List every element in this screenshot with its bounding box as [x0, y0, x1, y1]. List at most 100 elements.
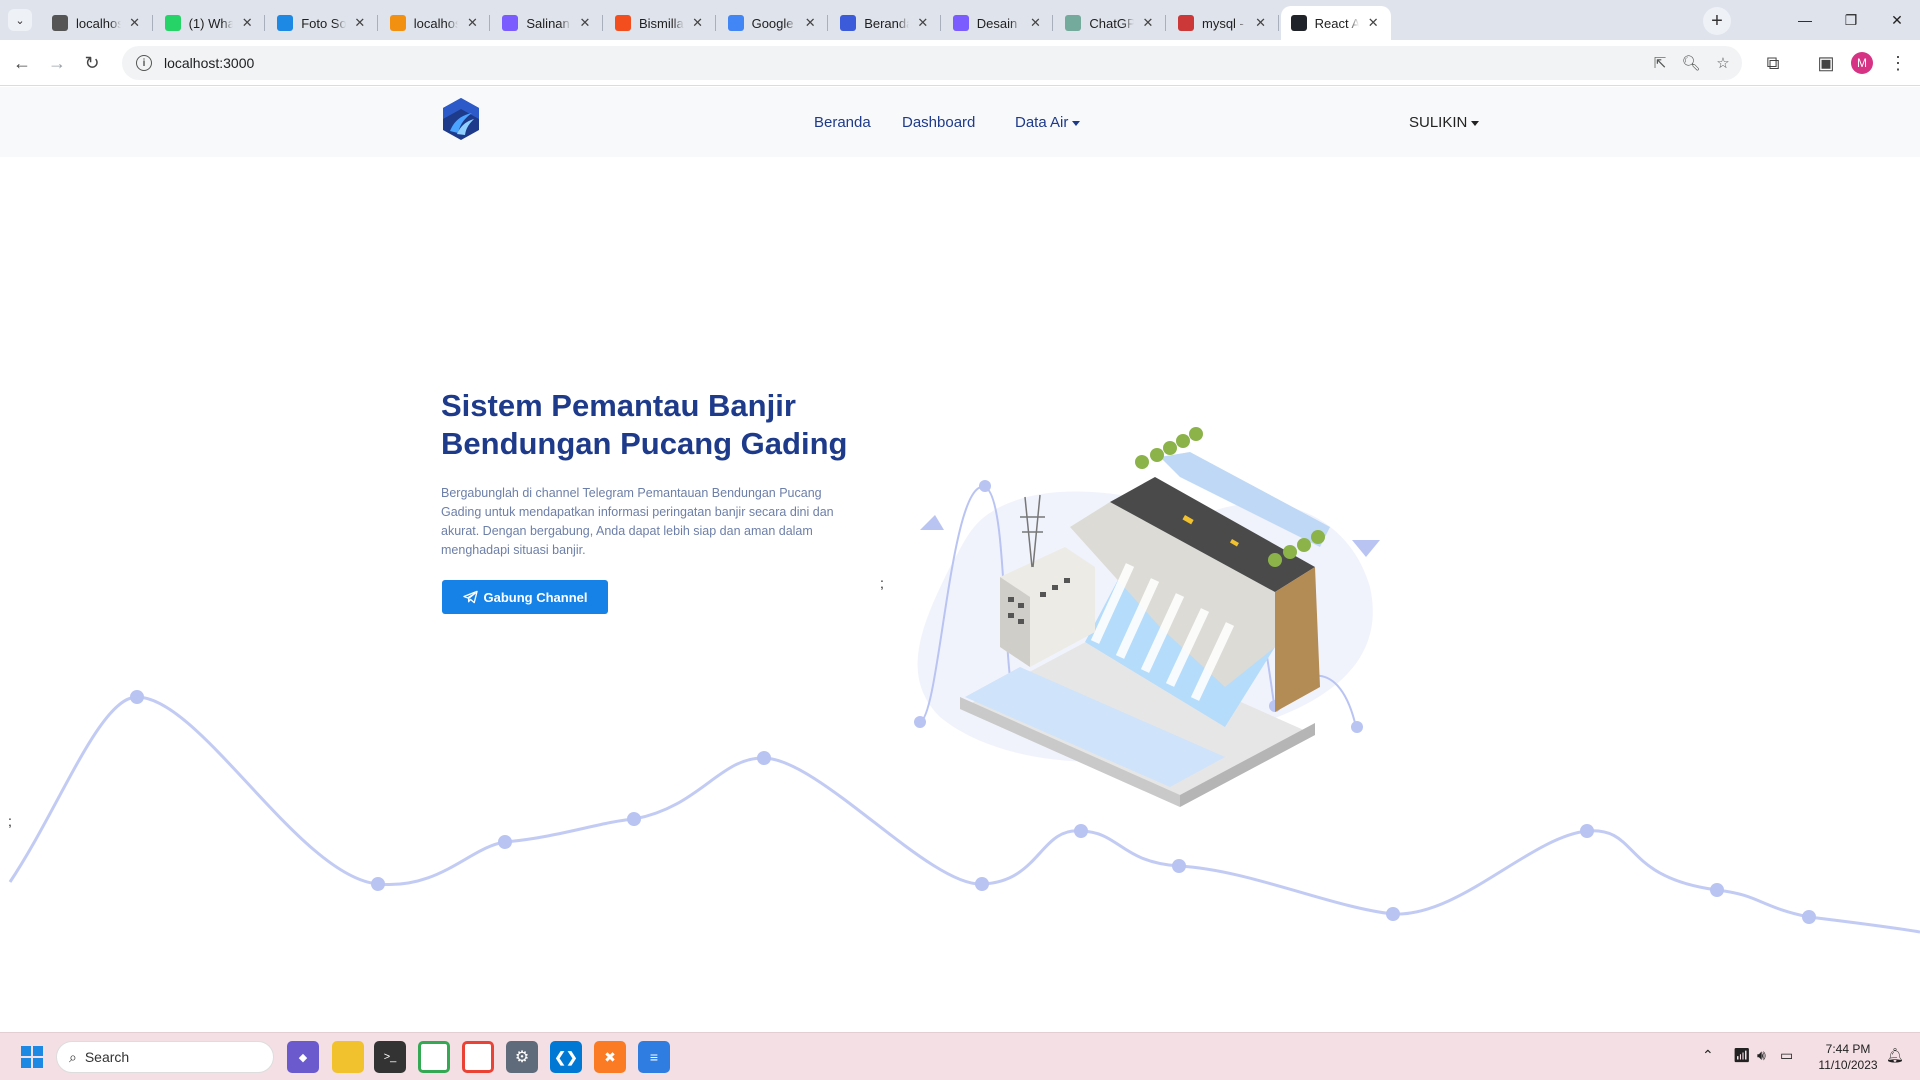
close-window-button[interactable]: ✕: [1874, 0, 1920, 40]
browser-tab[interactable]: Desain tanpa ✕: [943, 6, 1054, 40]
forward-button[interactable]: →: [43, 49, 71, 77]
back-button[interactable]: ←: [8, 49, 36, 77]
tab-title: Desain tanpa: [976, 15, 1022, 31]
browser-tab[interactable]: localhost / 1 ✕: [380, 6, 491, 40]
stray-semicolon-text: ;: [880, 575, 884, 591]
windows-logo-icon: [21, 1046, 43, 1068]
site-info-icon[interactable]: i: [136, 55, 152, 71]
chevron-down-icon: ⌄: [15, 14, 25, 27]
tab-close-icon[interactable]: ✕: [1253, 15, 1269, 31]
tab-favicon-icon: [52, 15, 68, 31]
new-tab-button[interactable]: +: [1703, 7, 1731, 35]
browser-tab[interactable]: Bismillah TA ✕: [605, 6, 716, 40]
tab-title: Bismillah TA: [639, 15, 684, 31]
terminal-icon[interactable]: >_: [374, 1041, 406, 1073]
settings-gear-icon[interactable]: ⚙: [506, 1041, 538, 1073]
bookmark-star-icon[interactable]: ☆: [1711, 51, 1735, 75]
browser-menu-button[interactable]: ⋮: [1884, 49, 1912, 77]
volume-icon[interactable]: 🔊︎: [1757, 1047, 1766, 1064]
tab-close-icon[interactable]: ✕: [802, 15, 818, 31]
wave-line: [8, 695, 1920, 934]
tab-title: Google Chrome: [751, 15, 797, 31]
browser-tab[interactable]: localhost ✕: [42, 6, 153, 40]
caret-down-icon: [1471, 120, 1480, 126]
nav-dashboard[interactable]: Dashboard: [902, 114, 975, 131]
browser-tab[interactable]: ChatGPT ✕: [1055, 6, 1166, 40]
notification-bell-icon[interactable]: 🔔︎: [1886, 1047, 1904, 1064]
tab-search-button[interactable]: ⌄: [8, 9, 32, 31]
reload-button[interactable]: ↻: [78, 49, 106, 77]
taskbar-clock[interactable]: 7:44 PM 11/10/2023: [1808, 1041, 1888, 1073]
browser-tab[interactable]: Google Chrome ✕: [718, 6, 829, 40]
kebab-menu-icon: ⋮: [1889, 52, 1907, 73]
notepad-icon[interactable]: ≡: [638, 1041, 670, 1073]
browser-tab[interactable]: Foto Software ✕: [267, 6, 378, 40]
tab-title: Salinan dari: [526, 15, 571, 31]
tab-close-icon[interactable]: ✕: [127, 15, 143, 31]
file-explorer-icon[interactable]: [332, 1041, 364, 1073]
start-button[interactable]: [16, 1041, 48, 1073]
tab-close-icon[interactable]: ✕: [690, 15, 706, 31]
tab-close-icon[interactable]: ✕: [1140, 15, 1156, 31]
extensions-button[interactable]: ⧉: [1759, 49, 1787, 77]
battery-icon[interactable]: ▭: [1780, 1047, 1793, 1064]
copilot-icon[interactable]: ◆: [287, 1041, 319, 1073]
browser-tab[interactable]: mysql - npm ✕: [1168, 6, 1279, 40]
minimize-icon: —: [1798, 12, 1812, 28]
tab-title: (1) WhatsApp: [188, 15, 234, 31]
browser-tab[interactable]: (1) WhatsApp ✕: [155, 6, 266, 40]
tab-favicon-icon: [1290, 15, 1307, 31]
tab-title: Beranda - C: [864, 15, 909, 31]
windows-taskbar: ⌕ Search ◆ >_ ⚙ ❮❯ ✖ ≡ ⌃ 📶︎ 🔊︎ ▭ 7:44 PM…: [0, 1032, 1920, 1080]
clock-date: 11/10/2023: [1818, 1058, 1878, 1072]
chrome-profile-icon[interactable]: [462, 1041, 494, 1073]
arrow-left-icon: ←: [13, 52, 31, 73]
restore-icon: ❐: [1844, 11, 1858, 28]
browser-tab[interactable]: Beranda - C ✕: [830, 6, 941, 40]
tab-close-icon[interactable]: ✕: [577, 15, 593, 31]
close-icon: ✕: [1891, 11, 1903, 28]
decorative-wave: [8, 690, 1920, 934]
tab-close-icon[interactable]: ✕: [352, 15, 368, 31]
zoom-icon[interactable]: 🔍︎: [1679, 51, 1703, 75]
address-bar[interactable]: i localhost:3000 ⇱ 🔍︎ ☆: [122, 46, 1742, 80]
open-in-app-icon[interactable]: ⇱: [1648, 51, 1672, 75]
user-menu-dropdown[interactable]: SULIKIN: [1409, 114, 1480, 131]
browser-toolbar: ← → ↻ i localhost:3000 ⇱ 🔍︎ ☆ ⧉ ▣ M ⋮: [0, 40, 1920, 86]
tab-close-icon[interactable]: ✕: [239, 15, 255, 31]
avatar: M: [1851, 52, 1873, 74]
browser-tab[interactable]: Salinan dari ✕: [492, 6, 603, 40]
side-panel-icon: ▣: [1817, 52, 1835, 73]
vscode-icon[interactable]: ❮❯: [550, 1041, 582, 1073]
tab-favicon-icon: [952, 15, 969, 31]
tray-overflow-icon[interactable]: ⌃: [1702, 1047, 1714, 1064]
restore-button[interactable]: ❐: [1828, 0, 1874, 40]
nav-beranda[interactable]: Beranda: [814, 114, 871, 131]
minimize-button[interactable]: —: [1782, 0, 1828, 40]
clock-time: 7:44 PM: [1825, 1042, 1871, 1056]
tab-favicon-icon: [502, 15, 519, 31]
taskbar-search[interactable]: ⌕ Search: [56, 1041, 274, 1073]
xampp-icon[interactable]: ✖: [594, 1041, 626, 1073]
tab-close-icon[interactable]: ✕: [464, 15, 480, 31]
tab-favicon-icon: [389, 15, 406, 31]
wifi-icon[interactable]: 📶︎: [1733, 1047, 1751, 1064]
chrome-icon[interactable]: [418, 1041, 450, 1073]
side-panel-button[interactable]: ▣: [1812, 49, 1840, 77]
tab-favicon-icon: [615, 15, 631, 31]
tab-close-icon[interactable]: ✕: [1365, 15, 1381, 31]
brand-logo[interactable]: [441, 97, 481, 141]
nav-data-air-dropdown[interactable]: Data Air: [1015, 114, 1081, 131]
tab-title: Foto Software: [301, 15, 346, 31]
tab-title: ChatGPT: [1089, 15, 1134, 31]
tab-title: localhost / 1: [413, 15, 459, 31]
browser-tab[interactable]: React App ✕: [1280, 6, 1392, 40]
tab-close-icon[interactable]: ✕: [1027, 15, 1043, 31]
join-channel-button[interactable]: Gabung Channel: [442, 580, 608, 614]
tab-close-icon[interactable]: ✕: [915, 15, 931, 31]
profile-button[interactable]: M: [1848, 49, 1876, 77]
tab-favicon-icon: [727, 15, 744, 31]
taskbar-search-placeholder: Search: [84, 1049, 130, 1065]
url-text: localhost:3000: [164, 55, 255, 71]
tab-favicon-icon: [840, 15, 857, 31]
